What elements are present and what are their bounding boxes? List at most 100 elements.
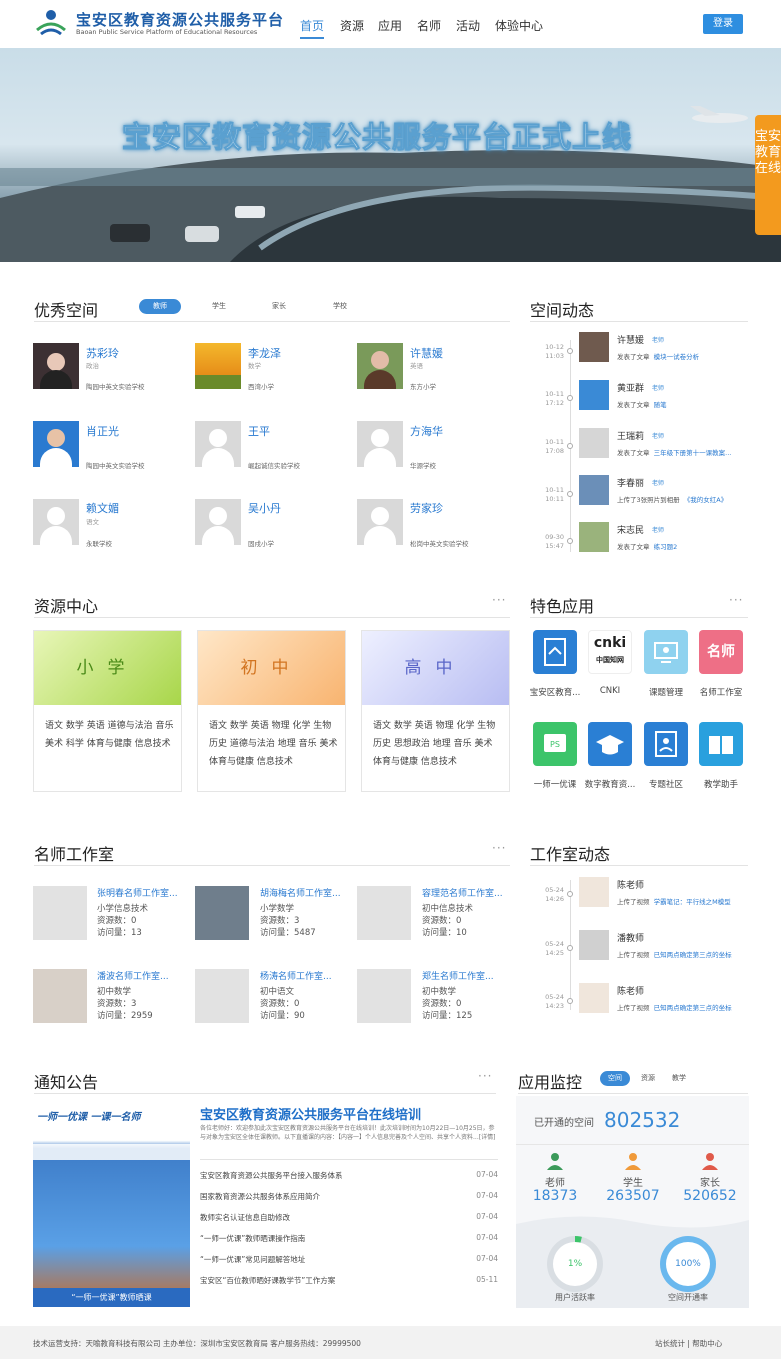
nav-activities[interactable]: 活动: [456, 17, 480, 34]
teacher-name[interactable]: 苏彩玲: [86, 345, 119, 361]
teacher-name[interactable]: 方海华: [410, 423, 443, 439]
apps-more-button[interactable]: ···: [729, 593, 743, 607]
studios-more-button[interactable]: ···: [492, 841, 506, 855]
studio-name[interactable]: 胡海梅名师工作室...: [260, 886, 341, 899]
user-avatar[interactable]: [579, 522, 609, 552]
activity-user[interactable]: 黄亚群: [617, 381, 644, 394]
nav-apps[interactable]: 应用: [378, 17, 402, 34]
activity-action: 发表了文章 模块一试卷分析: [617, 353, 700, 361]
monitor-tab-space[interactable]: 空间: [600, 1071, 630, 1086]
notice-item[interactable]: “一师一优课”常见问题解答地址 07-04: [200, 1254, 498, 1265]
teacher-name[interactable]: 李龙泽: [248, 345, 281, 361]
avatar-photo[interactable]: [33, 421, 79, 467]
resources-more-button[interactable]: ···: [492, 593, 506, 607]
nav-home[interactable]: 首页: [300, 17, 325, 39]
studio-placeholder-icon[interactable]: [357, 886, 411, 940]
app-label[interactable]: 宝安区教育...: [525, 686, 585, 698]
teacher-name[interactable]: 许慧媛: [410, 345, 443, 361]
resource-card-title[interactable]: 高中: [362, 631, 509, 705]
notice-item[interactable]: 国家教育资源公共服务体系应用简介 07-04: [200, 1191, 498, 1202]
app-label[interactable]: CNKI: [580, 686, 640, 696]
default-avatar-icon[interactable]: [357, 421, 403, 467]
monitor-tab-resources[interactable]: 资源: [633, 1071, 663, 1086]
tab-school[interactable]: 学校: [319, 299, 361, 314]
app-label[interactable]: 名师工作室: [691, 686, 751, 698]
studio-name[interactable]: 杨涛名师工作室...: [260, 969, 332, 982]
cnki-logo-icon[interactable]: cnki 中国知网: [588, 630, 632, 674]
nav-teachers[interactable]: 名师: [417, 17, 441, 34]
studio-placeholder-icon[interactable]: [357, 969, 411, 1023]
user-avatar[interactable]: [579, 380, 609, 410]
monitor-icon[interactable]: [644, 630, 688, 674]
studio-user[interactable]: 潘教师: [617, 931, 644, 944]
default-avatar-icon[interactable]: [33, 499, 79, 545]
tab-teacher[interactable]: 教师: [139, 299, 181, 314]
teacher-name[interactable]: 王平: [248, 423, 270, 439]
user-avatar[interactable]: [579, 475, 609, 505]
hero-banner[interactable]: 宝安区教育资源公共服务平台正式上线: [0, 48, 781, 262]
teacher-name[interactable]: 劳家珍: [410, 500, 443, 516]
default-avatar-icon[interactable]: [579, 428, 609, 458]
notice-item[interactable]: 教师实名认证信息自助修改 07-04: [200, 1212, 498, 1223]
app-label[interactable]: 课题管理: [636, 686, 696, 698]
notice-item[interactable]: 宝安区教育资源公共服务平台接入服务体系 07-04: [200, 1170, 498, 1181]
notice-item[interactable]: 宝安区“百位教师晒好课教学节”工作方案 05-11: [200, 1275, 498, 1286]
studio-placeholder-icon[interactable]: [195, 969, 249, 1023]
default-avatar-icon[interactable]: [357, 499, 403, 545]
user-avatar[interactable]: [579, 930, 609, 960]
studio-name[interactable]: 郑生名师工作室...: [422, 969, 494, 982]
mingshi-icon[interactable]: 名师: [699, 630, 743, 674]
studio-name[interactable]: 张明春名师工作室...: [97, 886, 178, 899]
notices-more-button[interactable]: ···: [478, 1069, 492, 1083]
logo-title[interactable]: 宝安区教育资源公共服务平台: [76, 9, 284, 30]
activity-user[interactable]: 许慧媛: [617, 333, 644, 346]
app-label[interactable]: 专题社区: [636, 778, 696, 790]
studio-photo[interactable]: [195, 886, 249, 940]
app-label[interactable]: 一师一优课: [525, 778, 585, 790]
app-label[interactable]: 教学助手: [691, 778, 751, 790]
resource-card-primary[interactable]: 小学 语文 数学 英语 道德与法治 音乐 美术 科学 体育与健康 信息技术: [33, 630, 182, 792]
notice-item[interactable]: “一师一优课”教师晒课操作指南 07-04: [200, 1233, 498, 1244]
notice-banner-image[interactable]: 一师一优课 一课一名师 “一师一优课”教师晒课: [33, 1104, 190, 1307]
default-avatar-icon[interactable]: [195, 499, 241, 545]
nav-resources[interactable]: 资源: [340, 17, 364, 34]
studio-name[interactable]: 容理范名师工作室...: [422, 886, 503, 899]
studio-user[interactable]: 陈老师: [617, 878, 644, 891]
avatar-photo[interactable]: [33, 343, 79, 389]
user-avatar[interactable]: [579, 877, 609, 907]
nav-experience-center[interactable]: 体验中心: [495, 17, 543, 34]
studio-name[interactable]: 潘波名师工作室...: [97, 969, 169, 982]
avatar-photo[interactable]: [357, 343, 403, 389]
activity-user[interactable]: 宋志民: [617, 523, 644, 536]
monitor-tab-teaching[interactable]: 教学: [664, 1071, 694, 1086]
default-avatar-icon[interactable]: [195, 421, 241, 467]
activity-user[interactable]: 李春丽: [617, 476, 644, 489]
resource-card-senior[interactable]: 高中 语文 数学 英语 物理 化学 生物 历史 思想政治 地理 音乐 美术 体育…: [361, 630, 510, 792]
resource-card-title[interactable]: 初中: [198, 631, 345, 705]
user-avatar[interactable]: [579, 983, 609, 1013]
tab-student[interactable]: 学生: [198, 299, 240, 314]
avatar-photo[interactable]: [195, 343, 241, 389]
user-avatar[interactable]: [579, 332, 609, 362]
studio-placeholder-icon[interactable]: [33, 886, 87, 940]
open-book-icon[interactable]: [699, 722, 743, 766]
logo-icon[interactable]: [33, 8, 69, 38]
resource-card-title[interactable]: 小学: [34, 631, 181, 705]
login-button[interactable]: 登录: [703, 14, 743, 34]
studio-user[interactable]: 陈老师: [617, 984, 644, 997]
studio-photo[interactable]: [33, 969, 87, 1023]
resource-card-junior[interactable]: 初中 语文 数学 英语 物理 化学 生物 历史 道德与法治 地理 音乐 美术 体…: [197, 630, 346, 792]
baoan-edu-online-button[interactable]: 宝安教育在线: [755, 115, 781, 235]
community-icon[interactable]: [644, 722, 688, 766]
footer-links[interactable]: 站长统计 | 帮助中心: [655, 1338, 722, 1349]
activity-user[interactable]: 王瑞莉: [617, 429, 644, 442]
tab-parent[interactable]: 家长: [258, 299, 300, 314]
course-icon[interactable]: PS: [533, 722, 577, 766]
teacher-name[interactable]: 吴小丹: [248, 500, 281, 516]
featured-notice-title[interactable]: 宝安区教育资源公共服务平台在线培训: [200, 1104, 498, 1123]
book-doc-icon[interactable]: [533, 630, 577, 674]
graduation-cap-icon[interactable]: [588, 722, 632, 766]
app-label[interactable]: 数字教育资...: [580, 778, 640, 790]
teacher-name[interactable]: 赖文媚: [86, 500, 119, 516]
teacher-name[interactable]: 肖正光: [86, 423, 119, 439]
